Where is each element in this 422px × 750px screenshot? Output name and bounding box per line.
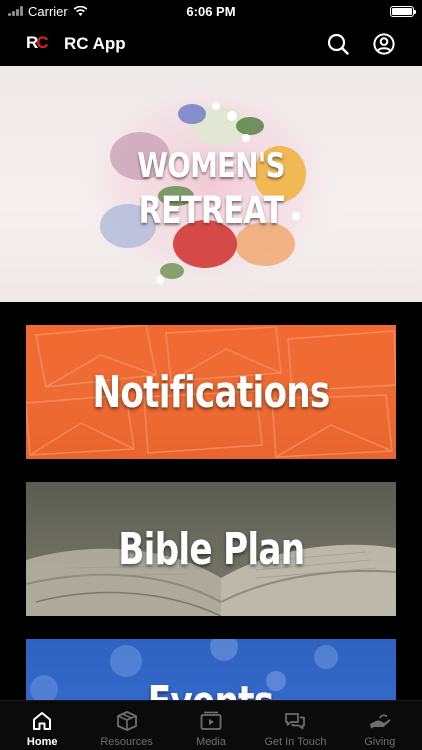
signal-icon xyxy=(8,6,23,16)
status-left: Carrier xyxy=(8,4,88,19)
search-icon xyxy=(327,33,349,55)
app-title: RC App xyxy=(64,34,126,53)
battery-icon xyxy=(390,5,416,17)
tab-media[interactable]: Media xyxy=(169,701,253,750)
status-bar: Carrier 6:06 PM xyxy=(0,0,422,22)
hero-title-line1: WOMEN'S xyxy=(137,146,285,186)
tab-get-in-touch[interactable]: Get In Touch xyxy=(253,701,337,750)
carrier-label: Carrier xyxy=(28,3,68,19)
logo-letter-c: C xyxy=(36,33,48,52)
tab-media-label: Media xyxy=(196,736,226,748)
tab-giving-label: Giving xyxy=(364,736,396,748)
account-icon xyxy=(373,33,395,55)
play-icon xyxy=(200,711,222,730)
app-bar: RC RC App xyxy=(0,22,422,66)
notifications-tile[interactable]: Notifications xyxy=(26,325,396,459)
tab-resources[interactable]: Resources xyxy=(84,701,168,750)
app-logo: RC xyxy=(26,33,52,55)
bottom-tab-bar: Home Resources Media Get In Touch Giving xyxy=(0,700,422,750)
box-icon xyxy=(116,711,137,731)
tab-home[interactable]: Home xyxy=(0,701,84,750)
tab-home-label: Home xyxy=(26,736,58,748)
hand-icon xyxy=(369,714,391,729)
tab-resources-label: Resources xyxy=(100,736,153,748)
logo-letter-r: R xyxy=(26,33,38,52)
tab-giving[interactable]: Giving xyxy=(338,701,422,750)
search-button[interactable] xyxy=(326,32,350,56)
notifications-label: Notifications xyxy=(92,366,330,418)
hero-title-line2: RETREAT xyxy=(138,189,285,232)
home-icon xyxy=(33,712,52,730)
bible-plan-tile[interactable]: Bible Plan xyxy=(26,482,396,616)
wifi-icon xyxy=(73,5,88,16)
chat-icon xyxy=(285,713,306,730)
profile-button[interactable] xyxy=(372,32,396,56)
bible-plan-label: Bible Plan xyxy=(117,523,305,575)
app-actions xyxy=(326,32,396,56)
hero-banner[interactable]: WOMEN'S RETREAT xyxy=(0,66,422,302)
tab-get-in-touch-label: Get In Touch xyxy=(264,736,327,748)
